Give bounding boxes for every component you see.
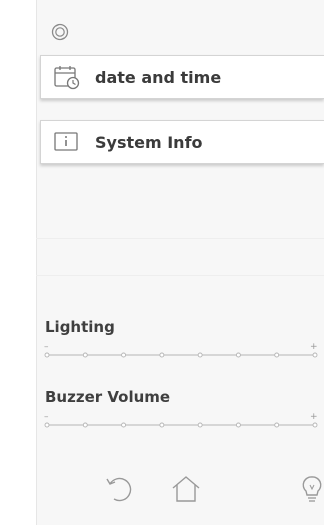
info-icon — [54, 132, 78, 151]
slider-step-mark — [235, 352, 241, 358]
slider-step-mark — [274, 352, 280, 358]
lightbulb-icon[interactable] — [300, 474, 324, 504]
slider-step-mark — [159, 352, 165, 358]
slider-max-symbol: + — [310, 342, 318, 352]
home-icon[interactable] — [170, 474, 202, 504]
divider — [36, 238, 324, 239]
slider-step-mark — [159, 422, 165, 428]
slider-step-mark — [44, 352, 50, 358]
buzzer-volume-label: Buzzer Volume — [45, 388, 171, 406]
refresh-circle-icon[interactable] — [50, 22, 70, 42]
slider-step-mark — [235, 422, 241, 428]
calendar-clock-icon — [54, 66, 80, 90]
back-icon[interactable] — [104, 474, 136, 504]
buzzer-volume-slider[interactable]: – + — [44, 412, 324, 432]
slider-step-mark — [197, 422, 203, 428]
slider-step-mark — [121, 352, 127, 358]
slider-min-symbol: – — [44, 412, 49, 422]
system-info-label: System Info — [95, 132, 203, 152]
slider-step-mark — [82, 422, 88, 428]
lighting-slider[interactable]: – + — [44, 342, 324, 362]
date-and-time-button[interactable]: date and time — [40, 55, 324, 99]
slider-step-mark — [197, 352, 203, 358]
slider-step-mark — [312, 352, 318, 358]
slider-step-mark — [44, 422, 50, 428]
divider — [36, 275, 324, 276]
slider-step-mark — [274, 422, 280, 428]
slider-max-symbol: + — [310, 412, 318, 422]
slider-min-symbol: – — [44, 342, 49, 352]
system-info-button[interactable]: System Info — [40, 120, 324, 164]
slider-step-mark — [82, 352, 88, 358]
slider-step-mark — [121, 422, 127, 428]
lighting-label: Lighting — [45, 318, 115, 336]
date-and-time-label: date and time — [95, 67, 222, 87]
bottom-nav — [36, 460, 324, 510]
slider-step-mark — [312, 422, 318, 428]
